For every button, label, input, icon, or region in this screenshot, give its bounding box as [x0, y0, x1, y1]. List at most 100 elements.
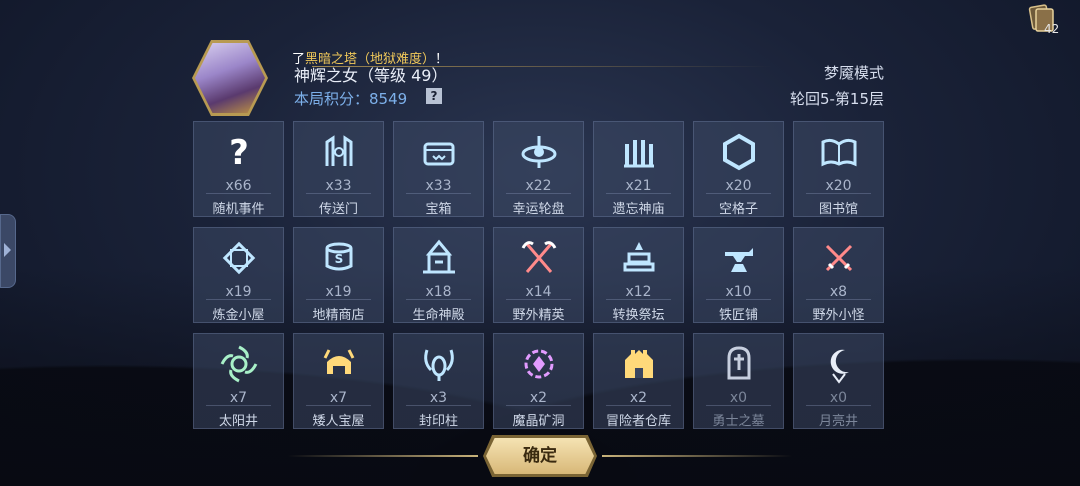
event-count: x33 [325, 178, 352, 194]
event-count: x0 [829, 390, 848, 406]
event-name: 勇士之墓 [712, 414, 765, 429]
wheel-icon [521, 136, 557, 168]
event-tile[interactable]: x18 生命神殿 [393, 227, 484, 323]
event-tile[interactable]: x8 野外小怪 [793, 227, 884, 323]
tile-divider [706, 405, 771, 406]
event-name: 魔晶矿洞 [512, 414, 565, 429]
tomb-icon [727, 346, 751, 380]
event-count: x7 [229, 390, 248, 406]
event-count: x20 [725, 178, 752, 194]
tile-divider [206, 299, 271, 300]
event-tile[interactable]: x7 矮人宝屋 [293, 333, 384, 429]
tile-divider [406, 193, 471, 194]
event-count: x7 [329, 390, 348, 406]
event-name: 宝箱 [425, 202, 452, 217]
event-tile[interactable]: x33 传送门 [293, 121, 384, 217]
tile-divider [506, 299, 571, 300]
hero-avatar[interactable] [192, 40, 268, 116]
event-tile[interactable]: x0 勇士之墓 [693, 333, 784, 429]
event-count: x19 [325, 284, 352, 300]
game-mode: 梦魇模式 [823, 64, 884, 82]
crystal-mine-icon [524, 349, 554, 379]
sun-icon [220, 345, 258, 383]
player-header: 了黑暗之塔（地狱难度）！ 神辉之女（等级 49） 本局积分：8549 ? 梦魇模… [192, 40, 888, 116]
tile-divider [806, 299, 871, 300]
round-floor: 轮回5-第15层 [789, 90, 884, 108]
confirm-button[interactable]: 确定 [486, 438, 594, 474]
shrine-icon [423, 239, 455, 274]
event-name: 野外精英 [512, 308, 565, 323]
event-tile[interactable]: x33 宝箱 [393, 121, 484, 217]
event-count: x8 [829, 284, 848, 300]
event-tile[interactable]: x21 遗忘神庙 [593, 121, 684, 217]
event-count: x12 [625, 284, 652, 300]
tile-divider [206, 193, 271, 194]
event-count: x3 [429, 390, 448, 406]
tile-divider [406, 405, 471, 406]
help-button[interactable]: ? [426, 88, 442, 104]
event-tile[interactable]: x19 炼金小屋 [193, 227, 284, 323]
event-name: 空格子 [718, 202, 758, 217]
side-drawer-tab[interactable] [0, 214, 16, 288]
hexagon-icon [723, 133, 755, 171]
event-name: 冒险者仓库 [605, 414, 671, 429]
tile-divider [706, 299, 771, 300]
event-name: 随机事件 [212, 202, 265, 217]
crossed-swords-icon [825, 244, 853, 272]
event-count: x19 [225, 284, 252, 300]
crossed-axes-icon [521, 241, 557, 273]
event-tile[interactable]: x14 野外精英 [493, 227, 584, 323]
divider-left [288, 455, 478, 457]
event-tile[interactable]: x10 铁匠铺 [693, 227, 784, 323]
event-count: x10 [725, 284, 752, 300]
event-tile[interactable]: ? x66 随机事件 [193, 121, 284, 217]
event-count: x33 [425, 178, 452, 194]
event-tile[interactable]: x20 图书馆 [793, 121, 884, 217]
event-name: 转换祭坛 [612, 308, 665, 323]
event-count: x2 [529, 390, 548, 406]
event-name: 遗忘神庙 [612, 202, 665, 217]
hero-name: 神辉之女（等级 49） [294, 66, 448, 85]
event-count: x21 [625, 178, 652, 194]
event-tile[interactable]: x12 转换祭坛 [593, 227, 684, 323]
tile-divider [306, 405, 371, 406]
event-tile[interactable]: x7 太阳井 [193, 333, 284, 429]
score-display: 本局积分：8549 [294, 90, 408, 108]
alchemy-icon [222, 241, 256, 275]
tile-divider [506, 405, 571, 406]
portal-icon [325, 135, 353, 166]
event-name: 封印柱 [418, 414, 458, 429]
svg-text:S: S [335, 252, 344, 266]
event-name: 传送门 [318, 202, 358, 217]
event-count: x66 [225, 178, 252, 194]
altar-icon [623, 242, 655, 272]
event-tile[interactable]: Sx19 地精商店 [293, 227, 384, 323]
event-count: x0 [729, 390, 748, 406]
event-count: x14 [525, 284, 552, 300]
event-count: x20 [825, 178, 852, 194]
helmet-icon [323, 349, 355, 374]
tile-divider [306, 299, 371, 300]
event-name: 地精商店 [312, 308, 365, 323]
event-tile[interactable]: x22 幸运轮盘 [493, 121, 584, 217]
shop-icon: S [325, 242, 353, 271]
tile-divider [606, 299, 671, 300]
event-tile[interactable]: x20 空格子 [693, 121, 784, 217]
event-tile[interactable]: x2 冒险者仓库 [593, 333, 684, 429]
event-tile[interactable]: x3 封印柱 [393, 333, 484, 429]
deck-count: 42 [1044, 22, 1060, 36]
event-tile[interactable]: x0 月亮井 [793, 333, 884, 429]
tile-divider [806, 405, 871, 406]
book-icon [821, 138, 857, 167]
event-name: 矮人宝屋 [312, 414, 365, 429]
event-name: 生命神殿 [412, 308, 465, 323]
event-grid: ? x66 随机事件 x33 传送门 x33 宝箱 x22 幸运轮盘 x21 遗忘神庙 x20 空格子 x… [193, 121, 885, 429]
tile-divider [806, 193, 871, 194]
event-name: 野外小怪 [812, 308, 865, 323]
event-name: 月亮井 [818, 414, 858, 429]
event-tile[interactable]: x2 魔晶矿洞 [493, 333, 584, 429]
chest-icon [423, 142, 455, 166]
tile-divider [706, 193, 771, 194]
tile-divider [406, 299, 471, 300]
moon-icon [830, 349, 849, 384]
